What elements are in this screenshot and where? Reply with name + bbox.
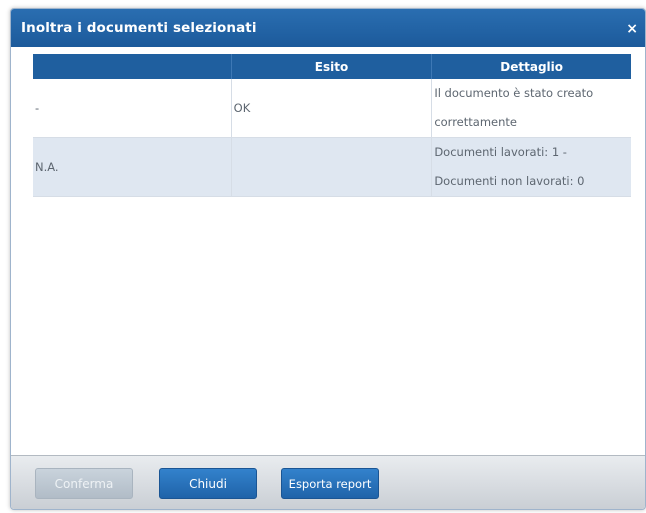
row-2-dettaglio: Documenti lavorati: 1 - Documenti non la… — [431, 137, 631, 197]
row-2-esito — [231, 137, 433, 197]
dialog: Inoltra i documenti selezionati × Esito … — [10, 8, 646, 510]
row-1-col1: - — [33, 79, 232, 138]
row-1-dettaglio-line1: Il documento è stato creato — [434, 86, 594, 100]
column-header-dettaglio[interactable]: Dettaglio — [431, 54, 631, 79]
dialog-title: Inoltra i documenti selezionati — [21, 20, 257, 36]
esporta-report-button[interactable]: Esporta report — [281, 468, 379, 499]
dialog-content: Esito Dettaglio - OK Il documento è stat… — [11, 47, 645, 455]
chiudi-button[interactable]: Chiudi — [159, 468, 257, 499]
row-1-dettaglio: Il documento è stato creato correttament… — [431, 79, 631, 138]
row-1-dettaglio-line2: correttamente — [434, 115, 517, 129]
row-2-col1: N.A. — [33, 137, 232, 197]
dialog-titlebar[interactable]: Inoltra i documenti selezionati × — [11, 9, 645, 47]
close-icon[interactable]: × — [626, 22, 638, 36]
table-row[interactable]: - OK Il documento è stato creato corrett… — [33, 79, 631, 138]
column-header-blank — [33, 54, 232, 79]
results-table: Esito Dettaglio - OK Il documento è stat… — [33, 54, 631, 197]
conferma-button[interactable]: Conferma — [35, 468, 133, 499]
column-header-esito[interactable]: Esito — [231, 54, 433, 79]
row-1-esito: OK — [231, 79, 433, 138]
table-row[interactable]: N.A. Documenti lavorati: 1 - Documenti n… — [33, 137, 631, 197]
dialog-footer: Conferma Chiudi Esporta report — [11, 455, 645, 509]
row-2-dettaglio-line2: Documenti non lavorati: 0 — [434, 174, 585, 188]
row-2-dettaglio-line1: Documenti lavorati: 1 - — [434, 145, 567, 159]
table-header-row: Esito Dettaglio — [33, 54, 631, 79]
